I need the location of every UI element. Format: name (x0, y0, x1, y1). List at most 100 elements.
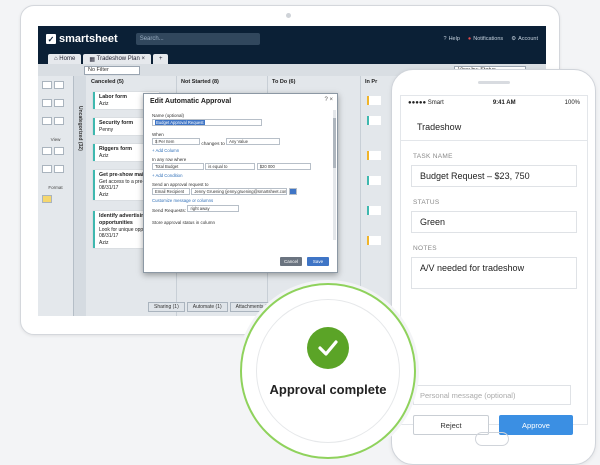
save-button[interactable]: Save (307, 257, 329, 266)
card-title: Riggers form (99, 146, 132, 152)
tab-home[interactable]: ⌂ Home (48, 54, 82, 64)
card-assignee: Aziz (99, 239, 109, 246)
filter-select[interactable]: No Filter (84, 65, 140, 75)
home-button[interactable] (475, 432, 509, 446)
lane-header: Canceled (5) (91, 79, 124, 85)
tool-button[interactable] (42, 165, 52, 173)
checkmark-icon (307, 327, 349, 369)
brand-name: smartsheet (59, 33, 118, 45)
tool-button[interactable] (42, 147, 52, 155)
close-icon[interactable]: ? × (324, 97, 333, 103)
status-label: STATUS (413, 199, 440, 206)
search-input[interactable]: Search... (135, 33, 260, 45)
card-date: 08/31/17 (99, 233, 119, 240)
personal-message-input[interactable]: Personal message (optional) (413, 385, 571, 405)
dialog-scrollbar[interactable] (333, 110, 336, 240)
customize-link[interactable]: Customize message or columns (152, 198, 329, 203)
approval-complete-badge: Approval complete (240, 283, 416, 459)
recipient-input[interactable]: Jenny Gruening (jenny.gruening@smartshee… (191, 188, 288, 195)
card-assignee: Aziz (99, 152, 109, 159)
tool-button[interactable] (54, 117, 64, 125)
name-label: Name (optional) (152, 113, 185, 118)
automate-tab[interactable]: Automate (1) (186, 302, 228, 312)
phone-speaker (478, 81, 510, 84)
account-label: Account (518, 36, 538, 42)
account-link[interactable]: ⚙ Account (511, 36, 538, 42)
clock-label: 9:41 AM (492, 100, 516, 106)
sharing-tab[interactable]: Sharing (1) (148, 302, 185, 312)
camera-dot (286, 13, 291, 18)
phone-status-bar: ●●●●● Smart 9:41 AM 100% (401, 96, 587, 110)
card[interactable] (367, 236, 381, 245)
when-column-select[interactable]: $ Per Item (152, 138, 200, 145)
task-name-field: Budget Request – $23, 750 (411, 165, 577, 187)
card-title: Security form (99, 120, 134, 126)
gear-icon: ⚙ (511, 36, 517, 42)
badge-inner-ring (256, 299, 400, 443)
name-input[interactable]: Budget Approval Request (152, 119, 262, 126)
tool-button[interactable] (42, 99, 52, 107)
sheet-title: Tradeshow (417, 122, 462, 132)
help-icon: ? (443, 36, 447, 42)
tool-button[interactable] (42, 117, 52, 125)
card[interactable] (367, 176, 381, 185)
help-label: Help (448, 36, 460, 42)
tool-button[interactable] (54, 81, 64, 89)
card-text: Look for unique opp (99, 226, 144, 233)
store-status-label: Store approval status in column (152, 220, 216, 225)
approve-button[interactable]: Approve (499, 415, 573, 435)
add-condition-link[interactable]: + Add Condition (152, 173, 329, 178)
sheet-icon: ▦ (89, 56, 97, 63)
row-condition-label: In any row where (152, 157, 187, 162)
new-tab-button[interactable]: + (152, 54, 169, 64)
when-value-select[interactable]: Any Value (226, 138, 281, 145)
card-title-cont: opportunities (99, 219, 133, 226)
approval-complete-text: Approval complete (269, 382, 387, 397)
tool-button[interactable] (42, 81, 52, 89)
tab-home-label: Home (59, 56, 76, 62)
notes-field: A/V needed for tradeshow (411, 257, 577, 289)
add-column-link[interactable]: + Add Column (152, 148, 329, 153)
condition-operator-select[interactable]: is equal to (205, 163, 256, 170)
tab-sheet[interactable]: ▦ Tradeshow Plan × (83, 54, 151, 64)
divider (401, 140, 587, 141)
name-value: Budget Approval Request (155, 120, 205, 125)
card[interactable] (367, 96, 381, 105)
phone-screen: ●●●●● Smart 9:41 AM 100% Tradeshow TASK … (400, 95, 588, 435)
status-field: Green (411, 211, 577, 233)
tool-button[interactable] (54, 165, 64, 173)
carrier-label: ●●●●● Smart (408, 100, 444, 106)
card[interactable] (367, 206, 381, 215)
tab-sheet-label: Tradeshow Plan (96, 56, 140, 62)
condition-value-input[interactable]: $20 000 (256, 163, 311, 170)
send-requests-select[interactable]: right away (187, 205, 240, 212)
battery-label: 100% (564, 100, 580, 106)
notes-label: NOTES (413, 245, 437, 252)
card-text: Get access to a pre-s (99, 178, 147, 185)
uncategorized-label: Uncategorized (32) (77, 106, 83, 151)
app-topbar: ✓ smartsheet Search... ? Help ● Notificati… (38, 26, 546, 52)
tool-button[interactable] (42, 195, 52, 203)
card-assignee: Aziz (99, 100, 109, 107)
phone-frame: ●●●●● Smart 9:41 AM 100% Tradeshow TASK … (391, 69, 596, 465)
tab-row: ⌂ Home ▦ Tradeshow Plan × + (38, 52, 546, 64)
changes-to-label: changes to (201, 142, 225, 147)
card-assignee: Penny (99, 126, 114, 133)
contact-icon[interactable] (288, 188, 297, 195)
uncategorized-lane: Uncategorized (32) (74, 76, 86, 316)
condition-column-select[interactable]: Total Budget (152, 163, 204, 170)
card-date: 08/31/17 (99, 185, 119, 192)
recipient-type-select[interactable]: Email Recipient (152, 188, 190, 195)
card[interactable] (367, 151, 381, 160)
notifications-link[interactable]: ● Notifications (468, 36, 503, 42)
card[interactable] (367, 116, 381, 125)
lane-header: To Do (6) (272, 79, 296, 85)
card-title: Identify advertising (99, 213, 148, 219)
cancel-button[interactable]: Cancel (280, 257, 302, 266)
tool-button[interactable] (54, 99, 64, 107)
notifications-label: Notifications (473, 36, 504, 42)
close-icon[interactable]: × (140, 56, 145, 62)
send-requests-label: Send Requests: (152, 209, 187, 214)
tool-button[interactable] (54, 147, 64, 155)
help-link[interactable]: ? Help (444, 36, 460, 42)
